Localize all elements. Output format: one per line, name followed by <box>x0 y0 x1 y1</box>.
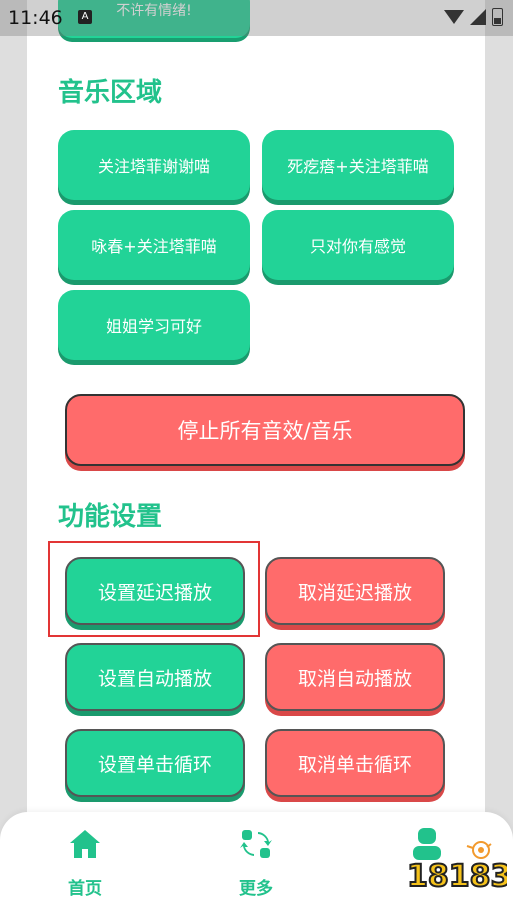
cancel-delay-play-label: 取消延迟播放 <box>297 581 412 604</box>
battery-icon <box>492 8 503 26</box>
music-button-4-label: 只对你有感觉 <box>309 237 406 256</box>
music-button-5-label: 姐姐学习可好 <box>105 317 202 336</box>
music-button-3[interactable]: 咏春+关注塔菲喵 <box>58 210 250 280</box>
watermark-logo: 18183 <box>406 841 507 895</box>
music-button-1[interactable]: 关注塔菲谢谢喵 <box>58 130 250 200</box>
wifi-icon <box>444 10 464 24</box>
music-button-3-label: 咏春+关注塔菲喵 <box>91 237 217 256</box>
set-click-loop-label: 设置单击循环 <box>97 753 212 776</box>
set-click-loop-button[interactable]: 设置单击循环 <box>65 729 245 797</box>
cancel-click-loop-label: 取消单击循环 <box>297 753 412 776</box>
cancel-auto-play-label: 取消自动播放 <box>297 667 412 690</box>
cancel-click-loop-button[interactable]: 取消单击循环 <box>265 729 445 797</box>
music-button-5[interactable]: 姐姐学习可好 <box>58 290 250 360</box>
watermark-text: 18183 <box>407 859 507 894</box>
nav-label-home: 首页 <box>68 879 102 899</box>
set-auto-play-label: 设置自动播放 <box>97 667 212 690</box>
music-button-2-label: 死疙瘩+关注塔菲喵 <box>287 157 429 176</box>
status-time: 11:46 <box>8 7 63 29</box>
music-button-2[interactable]: 死疙瘩+关注塔菲喵 <box>262 130 454 200</box>
swap-icon <box>240 830 272 858</box>
home-icon <box>70 830 100 858</box>
music-button-1-label: 关注塔菲谢谢喵 <box>97 157 210 176</box>
a-icon: A <box>78 10 92 24</box>
cancel-delay-play-button[interactable]: 取消延迟播放 <box>265 557 445 625</box>
nav-item-home[interactable]: 首页 <box>40 826 130 899</box>
status-icons <box>444 8 503 26</box>
music-button-4[interactable]: 只对你有感觉 <box>262 210 454 280</box>
function-section-title: 功能设置 <box>58 502 163 532</box>
highlight-box <box>48 541 260 637</box>
status-bar: 11:46 A <box>0 0 513 36</box>
cancel-auto-play-button[interactable]: 取消自动播放 <box>265 643 445 711</box>
music-section-title: 音乐区域 <box>58 78 163 108</box>
signal-icon <box>470 9 486 25</box>
stop-all-audio-label: 停止所有音效/音乐 <box>177 419 353 443</box>
set-auto-play-button[interactable]: 设置自动播放 <box>65 643 245 711</box>
stop-all-audio-button[interactable]: 停止所有音效/音乐 <box>65 394 465 466</box>
nav-label-more: 更多 <box>239 879 273 899</box>
nav-item-more[interactable]: 更多 <box>211 826 301 899</box>
